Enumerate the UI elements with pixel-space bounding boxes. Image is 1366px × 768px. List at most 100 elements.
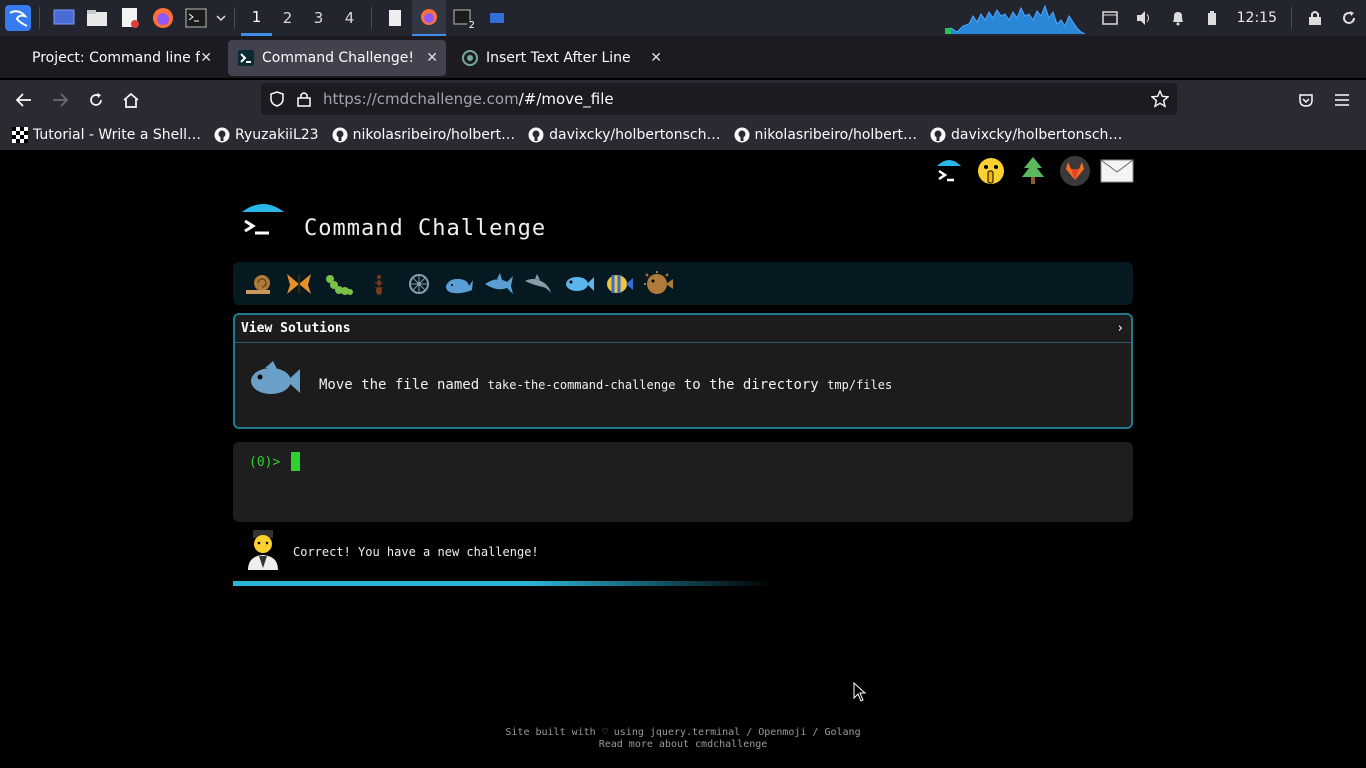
github-icon — [734, 127, 749, 143]
tree-icon[interactable] — [1016, 154, 1050, 188]
shushing-face-icon[interactable] — [974, 154, 1008, 188]
close-icon[interactable]: ✕ — [650, 50, 662, 66]
tab-command-challenge[interactable]: Command Challenge! ✕ — [228, 40, 446, 76]
system-tray: 12:15 — [944, 0, 1366, 36]
wheel-icon[interactable] — [399, 264, 439, 304]
tab-label: Insert Text After Line — [486, 50, 631, 66]
divider — [235, 342, 1131, 343]
gitlab-icon[interactable] — [1058, 154, 1092, 188]
pocket-icon[interactable] — [1294, 88, 1318, 112]
guard-avatar-icon — [248, 530, 278, 570]
window-misc[interactable] — [480, 0, 514, 36]
mail-icon[interactable] — [1100, 154, 1134, 188]
tab-project-command-line[interactable]: Project: Command line fo ✕ — [22, 40, 220, 76]
bookmark-label: nikolasribeiro/holbert… — [352, 127, 516, 143]
hamburger-menu-icon[interactable] — [1330, 88, 1354, 112]
command-challenge-logo-icon — [242, 204, 284, 235]
bookmark-github[interactable]: nikolasribeiro/holbert… — [734, 127, 918, 143]
blowfish-icon[interactable] — [639, 264, 679, 304]
bookmark-github[interactable]: RyuzakiiL23 — [214, 127, 319, 143]
fish-icon — [251, 361, 300, 394]
dolphin-icon[interactable] — [519, 264, 559, 304]
view-solutions-toggle[interactable]: View Solutions — [241, 321, 351, 336]
firefox-icon[interactable] — [148, 3, 178, 33]
terminal-prompt: (0)> — [249, 455, 281, 470]
terminal-cursor — [291, 452, 300, 471]
bookmark-label: nikolasribeiro/holbert… — [754, 127, 918, 143]
social-icons — [932, 154, 1134, 188]
bookmark-star-icon[interactable] — [1151, 90, 1169, 108]
power-refresh-icon[interactable] — [1332, 0, 1366, 36]
battery-icon[interactable] — [1195, 0, 1229, 36]
mouse-cursor-icon — [853, 682, 867, 702]
bookmark-github[interactable]: nikolasribeiro/holbert… — [332, 127, 516, 143]
progress-bar — [233, 581, 773, 586]
checker-favicon-icon — [12, 127, 28, 143]
whale-icon[interactable] — [439, 264, 479, 304]
workspace-2[interactable]: 2 — [272, 0, 303, 36]
back-button[interactable] — [12, 88, 36, 112]
bookmark-github[interactable]: davixcky/holbertonsch… — [528, 127, 721, 143]
close-icon[interactable]: ✕ — [200, 50, 212, 66]
page-title: Command Challenge — [304, 216, 547, 241]
terminal-input[interactable]: (0)> — [233, 442, 1133, 522]
footer: Site built with ♡ using jquery.terminal … — [0, 727, 1366, 751]
task-file-name: take-the-command-challenge — [487, 378, 676, 392]
lock-icon[interactable] — [1298, 0, 1332, 36]
terminal-icon[interactable] — [181, 3, 211, 33]
github-icon — [214, 127, 230, 143]
browser-tab-bar: Project: Command line fo ✕ Command Chall… — [0, 36, 1366, 104]
level-selector — [233, 262, 1133, 305]
terminal-count-badge: 2 — [466, 20, 477, 31]
lock-icon[interactable] — [297, 91, 311, 107]
tab-label: Command Challenge! — [262, 50, 415, 66]
shield-icon[interactable] — [269, 91, 285, 107]
status-message: Correct! You have a new challenge! — [293, 545, 539, 559]
url-text[interactable]: https://cmdchallenge.com/#/move_file — [323, 90, 614, 108]
files-icon[interactable] — [82, 3, 112, 33]
caterpillar-icon[interactable] — [319, 264, 359, 304]
workspace-1[interactable]: 1 — [241, 0, 272, 36]
butterfly-icon[interactable] — [279, 264, 319, 304]
window-firefox[interactable] — [412, 0, 446, 36]
bookmark-tutorial[interactable]: Tutorial - Write a Shell… — [12, 127, 201, 143]
url-bar[interactable]: https://cmdchallenge.com/#/move_file — [261, 83, 1177, 115]
chevron-right-icon[interactable]: › — [1118, 321, 1123, 336]
ant-icon[interactable] — [359, 264, 399, 304]
panel-separator — [39, 7, 40, 29]
footer-read-more-link[interactable]: Read more about cmdchallenge — [0, 739, 1366, 751]
bookmark-label: Tutorial - Write a Shell… — [33, 127, 202, 143]
clock[interactable]: 12:15 — [1229, 10, 1285, 26]
home-button[interactable] — [119, 88, 143, 112]
github-icon — [332, 127, 348, 143]
chevron-down-icon[interactable] — [214, 3, 228, 33]
terminal-favicon-icon — [238, 50, 254, 66]
text-editor-icon[interactable] — [115, 3, 145, 33]
tropical-fish-icon[interactable] — [599, 264, 639, 304]
window-switch-icon[interactable] — [1093, 0, 1127, 36]
browser-nav-bar: https://cmdchallenge.com/#/move_file — [0, 80, 1366, 120]
panel-separator — [1291, 7, 1292, 29]
terminal-logo-icon[interactable] — [932, 154, 966, 188]
bookmark-label: davixcky/holbertonsch… — [951, 127, 1123, 143]
fish-icon[interactable] — [559, 264, 599, 304]
snail-icon[interactable] — [239, 264, 279, 304]
window-text-editor[interactable] — [378, 0, 412, 36]
close-icon[interactable]: ✕ — [426, 50, 438, 66]
workspace-3[interactable]: 3 — [303, 0, 334, 36]
volume-icon[interactable] — [1127, 0, 1161, 36]
desktop-icon[interactable] — [49, 3, 79, 33]
window-terminal[interactable]: 2 — [446, 0, 480, 36]
forward-button[interactable] — [48, 88, 72, 112]
notification-bell-icon[interactable] — [1161, 0, 1195, 36]
workspace-4[interactable]: 4 — [334, 0, 365, 36]
bookmark-github[interactable]: davixcky/holbertonsch… — [930, 127, 1122, 143]
task-description: Move the file named take-the-command-cha… — [319, 377, 892, 393]
kali-menu-icon[interactable] — [3, 3, 33, 33]
shark-icon[interactable] — [479, 264, 519, 304]
task-directory: tmp/files — [827, 378, 893, 392]
github-icon — [528, 127, 544, 143]
tab-insert-text-after-line[interactable]: Insert Text After Line ✕ — [452, 40, 670, 76]
reload-button[interactable] — [84, 88, 108, 112]
bookmark-label: RyuzakiiL23 — [235, 127, 319, 143]
